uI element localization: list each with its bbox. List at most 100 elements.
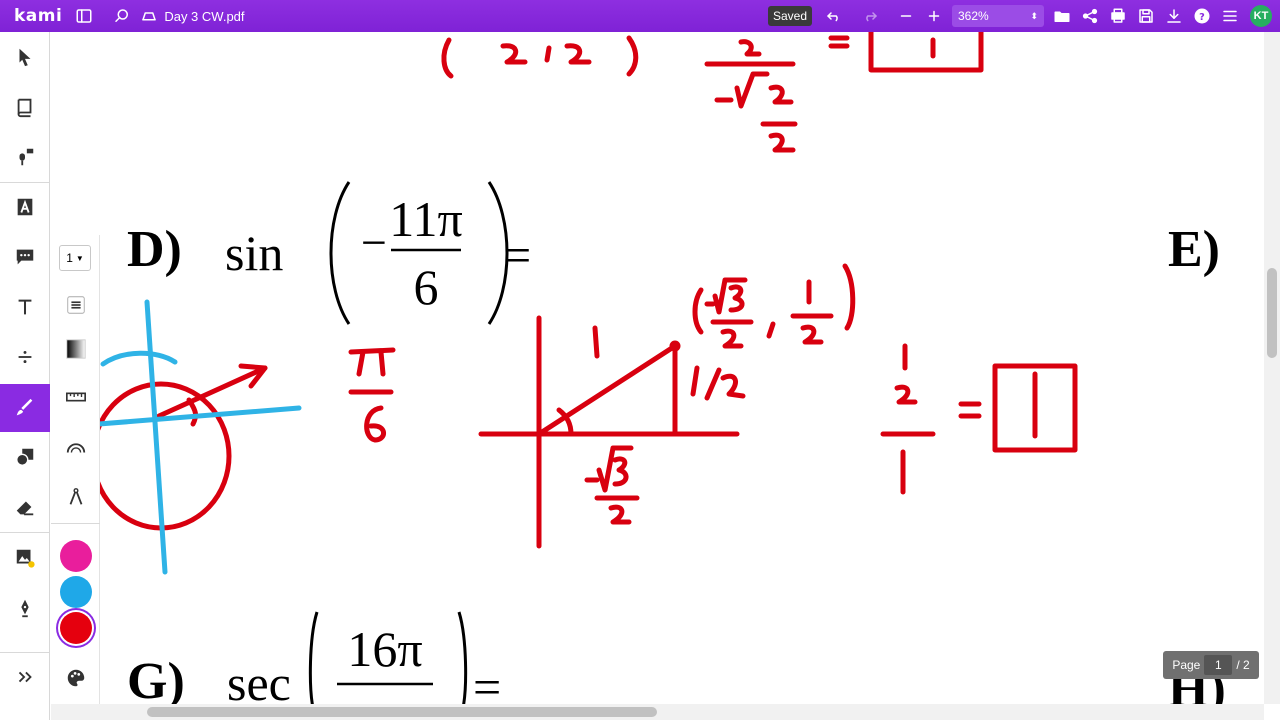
ink-pi — [348, 347, 396, 377]
folder-icon[interactable] — [1048, 2, 1076, 30]
ink-top-root-num — [768, 84, 794, 105]
opacity-button[interactable] — [51, 329, 100, 369]
toolbar-separator — [0, 532, 50, 533]
ink-equals — [958, 401, 982, 419]
ink-adj-den — [608, 504, 632, 525]
protractor-tool[interactable] — [51, 427, 100, 467]
ink-top-root-den — [768, 132, 796, 153]
cursor-icon — [19, 48, 31, 67]
ink-point — [669, 340, 681, 352]
undo-icon[interactable] — [820, 2, 848, 30]
ink-adj-root-3 — [612, 456, 629, 487]
expand-toolbar[interactable] — [0, 654, 50, 700]
compass-tool[interactable] — [51, 477, 100, 517]
horizontal-scrollbar[interactable] — [51, 704, 1264, 720]
menu-icon[interactable] — [1216, 2, 1244, 30]
ink-top-num — [500, 43, 528, 65]
kami-logo: kami — [14, 6, 63, 26]
search-icon[interactable] — [108, 2, 136, 30]
ink-hypotenuse — [536, 343, 678, 437]
ruler-tool[interactable] — [51, 377, 100, 417]
ink-coord-den2 — [800, 324, 824, 345]
ink-blue-vertical — [144, 299, 168, 575]
page-label: Page — [1172, 658, 1201, 672]
user-avatar[interactable]: KT — [1250, 5, 1272, 27]
redo-icon[interactable] — [856, 2, 884, 30]
ink-coord-den1 — [720, 328, 744, 349]
divide-icon — [18, 350, 32, 364]
ink-coord-paren-left — [692, 287, 704, 335]
read-aloud-tool[interactable] — [0, 134, 50, 180]
toolbar-separator — [0, 652, 50, 653]
comment-tool[interactable] — [0, 234, 50, 280]
download-icon[interactable] — [1160, 2, 1188, 30]
text-icon — [18, 299, 32, 315]
ink-six — [364, 405, 386, 443]
horizontal-scroll-thumb[interactable] — [147, 707, 657, 717]
ink-top-equals — [828, 35, 850, 49]
ink-coord-root-3 — [728, 284, 745, 313]
color-swatch-red[interactable] — [60, 612, 92, 644]
double-chevron-right-icon — [18, 671, 32, 683]
drive-icon — [138, 2, 160, 30]
help-icon[interactable]: ? — [1188, 2, 1216, 30]
color-swatch-pink[interactable] — [60, 540, 92, 572]
color-palette-button[interactable] — [51, 658, 100, 698]
ink-blue-arc — [100, 350, 178, 367]
ink-top-num2 — [564, 43, 592, 65]
ink-coord-paren-right — [842, 263, 856, 331]
drawing-options-panel: 1 ▼ — [51, 235, 100, 705]
zoom-level: 362% — [958, 9, 989, 23]
palette-icon — [67, 669, 84, 687]
lines-icon — [66, 296, 85, 314]
ink-hyp-label-1 — [592, 325, 600, 359]
pen-nib-icon — [21, 599, 29, 618]
signature-tool[interactable] — [0, 585, 50, 631]
stroke-width-select[interactable]: 1 ▼ — [59, 245, 91, 271]
drawing-tool[interactable] — [0, 384, 50, 432]
vertical-scrollbar[interactable] — [1264, 32, 1280, 704]
file-name[interactable]: Day 3 CW.pdf — [164, 9, 244, 24]
ruler-icon — [65, 392, 86, 402]
document-view[interactable]: D) sin − 11π 6 = E) G) sec 16π = H) Page… — [51, 32, 1264, 704]
protractor-icon — [66, 443, 85, 453]
color-swatch-blue[interactable] — [60, 576, 92, 608]
ink-top-root — [714, 71, 770, 109]
text-tool[interactable] — [0, 284, 50, 330]
page-number-input[interactable]: 1 — [1204, 655, 1233, 675]
ink-half-label — [690, 365, 746, 401]
shapes-icon — [16, 448, 34, 466]
compass-icon — [69, 488, 82, 505]
dictionary-tool[interactable] — [0, 84, 50, 130]
svg-text:?: ? — [1199, 12, 1205, 23]
book-icon — [17, 98, 32, 118]
line-style-button[interactable] — [51, 285, 100, 325]
ink-small-arc — [186, 397, 199, 427]
caret-down-icon: ▼ — [75, 253, 84, 263]
updown-icon: ⬍ — [1030, 10, 1038, 21]
page-total: / 2 — [1236, 658, 1250, 672]
share-icon[interactable] — [1076, 2, 1104, 30]
page-indicator: Page 1 / 2 — [1163, 651, 1259, 679]
print-icon[interactable] — [1104, 2, 1132, 30]
select-tool[interactable] — [0, 34, 50, 80]
shapes-tool[interactable] — [0, 434, 50, 480]
vertical-scroll-thumb[interactable] — [1267, 268, 1277, 358]
equation-tool[interactable] — [0, 334, 50, 380]
zoom-select[interactable]: 362% ⬍ — [952, 5, 1044, 27]
left-toolbar — [0, 32, 50, 720]
sidebar-toggle-icon[interactable] — [70, 2, 98, 30]
zoom-in-icon[interactable] — [920, 2, 948, 30]
add-image-icon — [16, 549, 35, 568]
save-icon[interactable] — [1132, 2, 1160, 30]
ink-blue-horizontal — [96, 405, 302, 427]
eraser-tool[interactable] — [0, 484, 50, 530]
ink-top-answer-box — [868, 32, 984, 73]
ink-annotations[interactable] — [51, 32, 1264, 704]
eraser-icon — [16, 501, 34, 516]
stroke-width-value: 1 — [66, 251, 73, 265]
text-highlight-tool[interactable] — [0, 184, 50, 230]
ink-frac-two — [894, 384, 918, 405]
zoom-out-icon[interactable] — [892, 2, 920, 30]
image-tool[interactable] — [0, 535, 50, 581]
